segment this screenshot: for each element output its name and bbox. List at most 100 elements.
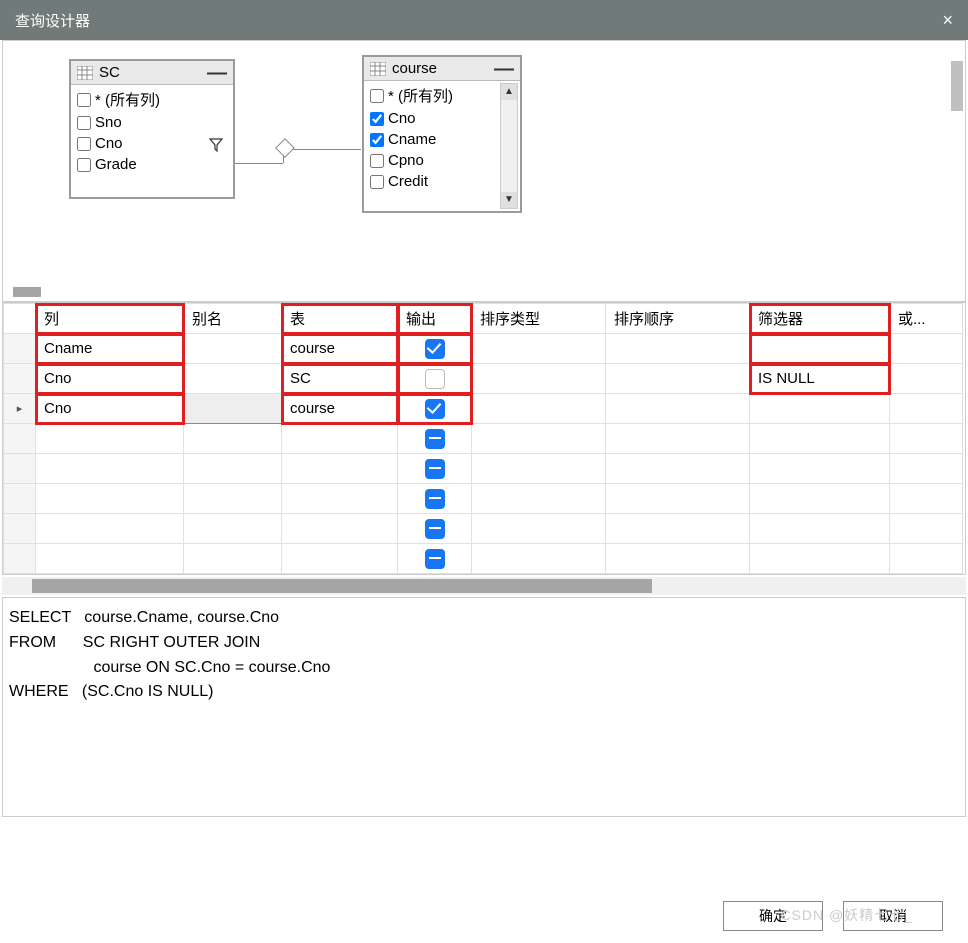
cell-sort-type[interactable] — [472, 544, 606, 574]
cell-sort-type[interactable] — [472, 364, 606, 394]
cell-alias[interactable] — [184, 544, 282, 574]
output-checkbox[interactable] — [425, 549, 445, 569]
grid-row[interactable] — [4, 424, 963, 454]
minimize-icon[interactable]: — — [207, 68, 227, 78]
cell-table[interactable]: SC — [282, 364, 398, 394]
header-column[interactable]: 列 — [36, 304, 184, 334]
column-checkbox[interactable] — [77, 137, 91, 151]
cell-column[interactable]: Cname — [36, 334, 184, 364]
row-header[interactable] — [4, 514, 36, 544]
diagram-pane[interactable]: SC — * (所有列) Sno Cno Grade course — * (所… — [2, 40, 966, 302]
cell-column[interactable] — [36, 514, 184, 544]
column-item[interactable]: Cname — [364, 129, 520, 150]
cell-sort-order[interactable] — [606, 484, 750, 514]
table-header[interactable]: course — — [364, 57, 520, 81]
cell-table[interactable]: course — [282, 394, 398, 424]
cell-table[interactable]: course — [282, 334, 398, 364]
close-icon[interactable]: × — [942, 10, 953, 31]
cell-filter[interactable]: IS NULL — [750, 364, 890, 394]
output-checkbox[interactable] — [425, 459, 445, 479]
cell-column[interactable]: Cno — [36, 364, 184, 394]
cell-sort-order[interactable] — [606, 394, 750, 424]
cell-sort-type[interactable] — [472, 484, 606, 514]
cell-filter[interactable] — [750, 484, 890, 514]
cell-filter[interactable] — [750, 334, 890, 364]
row-header[interactable] — [4, 544, 36, 574]
header-or[interactable]: 或... — [890, 304, 963, 334]
cell-output[interactable] — [398, 544, 472, 574]
column-checkbox[interactable] — [370, 175, 384, 189]
row-header[interactable] — [4, 364, 36, 394]
output-checkbox[interactable] — [425, 339, 445, 359]
cell-output[interactable] — [398, 454, 472, 484]
header-output[interactable]: 输出 — [398, 304, 472, 334]
cell-output[interactable] — [398, 514, 472, 544]
cancel-button[interactable]: 取消 — [843, 901, 943, 931]
header-sort-order[interactable]: 排序顺序 — [606, 304, 750, 334]
cell-column[interactable] — [36, 454, 184, 484]
cell-sort-type[interactable] — [472, 514, 606, 544]
column-checkbox[interactable] — [370, 133, 384, 147]
cell-table[interactable] — [282, 424, 398, 454]
filter-icon[interactable] — [209, 138, 223, 152]
column-checkbox[interactable] — [77, 158, 91, 172]
grid-row[interactable] — [4, 514, 963, 544]
cell-column[interactable] — [36, 544, 184, 574]
column-item[interactable]: * (所有列) — [364, 83, 520, 108]
grid-row[interactable]: Cno SC IS NULL — [4, 364, 963, 394]
header-table[interactable]: 表 — [282, 304, 398, 334]
join-diamond-icon[interactable] — [275, 138, 295, 158]
column-item[interactable]: Sno — [71, 112, 233, 133]
column-checkbox[interactable] — [77, 116, 91, 130]
row-header[interactable]: ▸ — [4, 394, 36, 424]
cell-column[interactable] — [36, 424, 184, 454]
table-header[interactable]: SC — — [71, 61, 233, 85]
cell-filter[interactable] — [750, 544, 890, 574]
output-checkbox[interactable] — [425, 399, 445, 419]
row-header[interactable] — [4, 334, 36, 364]
cell-sort-order[interactable] — [606, 514, 750, 544]
table-window-course[interactable]: course — * (所有列) Cno Cname Cpno Credit ▲… — [362, 55, 522, 213]
row-header[interactable] — [4, 484, 36, 514]
criteria-grid[interactable]: 列 别名 表 输出 排序类型 排序顺序 筛选器 或... Cnamecourse… — [2, 302, 966, 575]
column-item[interactable]: * (所有列) — [71, 87, 233, 112]
cell-table[interactable] — [282, 544, 398, 574]
cell-or[interactable] — [890, 454, 963, 484]
cell-or[interactable] — [890, 364, 963, 394]
cell-or[interactable] — [890, 514, 963, 544]
grid-horizontal-scrollbar[interactable] — [2, 577, 966, 595]
cell-alias[interactable] — [184, 334, 282, 364]
grid-row[interactable]: ▸Cnocourse — [4, 394, 963, 424]
column-item[interactable]: Credit — [364, 171, 520, 192]
cell-alias[interactable] — [184, 394, 282, 424]
cell-sort-type[interactable] — [472, 394, 606, 424]
grid-row[interactable]: Cname course — [4, 334, 963, 364]
cell-output[interactable] — [398, 364, 472, 394]
grid-row[interactable] — [4, 484, 963, 514]
column-scrollbar[interactable]: ▲▼ — [500, 83, 518, 209]
cell-sort-order[interactable] — [606, 334, 750, 364]
cell-column[interactable] — [36, 484, 184, 514]
cell-or[interactable] — [890, 424, 963, 454]
cell-sort-order[interactable] — [606, 454, 750, 484]
cell-alias[interactable] — [184, 514, 282, 544]
cell-filter[interactable] — [750, 514, 890, 544]
scrollbar-thumb[interactable] — [951, 61, 963, 111]
cell-sort-order[interactable] — [606, 424, 750, 454]
cell-alias[interactable] — [184, 364, 282, 394]
cell-table[interactable] — [282, 454, 398, 484]
row-header[interactable] — [4, 454, 36, 484]
sql-pane[interactable]: SELECT course.Cname, course.Cno FROM SC … — [2, 597, 966, 817]
row-header[interactable] — [4, 424, 36, 454]
column-item[interactable]: Cno — [364, 108, 520, 129]
cell-or[interactable] — [890, 394, 963, 424]
column-item[interactable]: Cpno — [364, 150, 520, 171]
ok-button[interactable]: 确定 — [723, 901, 823, 931]
cell-output[interactable] — [398, 334, 472, 364]
column-item[interactable]: Grade — [71, 154, 233, 175]
cell-sort-order[interactable] — [606, 544, 750, 574]
cell-sort-order[interactable] — [606, 364, 750, 394]
column-checkbox[interactable] — [370, 89, 384, 103]
cell-or[interactable] — [890, 484, 963, 514]
cell-alias[interactable] — [184, 484, 282, 514]
